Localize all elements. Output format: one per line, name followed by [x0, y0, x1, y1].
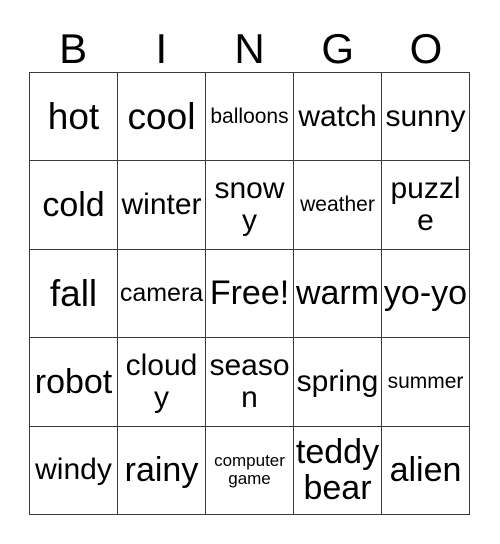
bingo-grid: hot cool balloons watch sunny cold winter snowy… — [29, 72, 470, 515]
bingo-header-letter-n: N — [234, 25, 265, 72]
bingo-cell-label: camera — [119, 279, 204, 308]
bingo-cell[interactable]: cool — [118, 73, 206, 162]
bingo-cell-label: windy — [35, 453, 112, 487]
bingo-header-letter-o: O — [409, 25, 443, 72]
bingo-cell[interactable]: computer game — [206, 426, 294, 515]
bingo-cell[interactable]: spring — [294, 338, 382, 427]
bingo-cell[interactable]: season — [206, 338, 294, 427]
bingo-cell[interactable]: rainy — [118, 426, 206, 515]
bingo-cell[interactable]: yo-yo — [382, 249, 470, 339]
bingo-cell[interactable]: Free! — [206, 249, 294, 339]
bingo-cell-label: summer — [387, 369, 464, 393]
bingo-cell-label: computer game — [214, 451, 285, 489]
bingo-cell[interactable]: puzzle — [382, 161, 470, 250]
bingo-cell-label: sunny — [385, 99, 466, 133]
bingo-cell[interactable]: alien — [382, 426, 470, 515]
bingo-cell-label: spring — [296, 364, 379, 398]
bingo-cell-label: puzzle — [390, 172, 461, 238]
bingo-cell-label: snowy — [214, 172, 285, 238]
bingo-header: B I N G O — [29, 26, 470, 72]
bingo-cell[interactable]: fall — [30, 249, 118, 339]
bingo-cell[interactable]: balloons — [206, 73, 294, 162]
bingo-cell-label: balloons — [210, 104, 289, 128]
bingo-cell[interactable]: snowy — [206, 161, 294, 250]
bingo-header-letter-g: G — [321, 25, 355, 72]
bingo-cell[interactable]: winter — [118, 161, 206, 250]
bingo-cell[interactable]: camera — [118, 249, 206, 339]
bingo-cell[interactable]: teddy bear — [294, 426, 382, 515]
bingo-cell-label: yo-yo — [383, 274, 468, 313]
bingo-cell-label: warm — [295, 274, 380, 313]
bingo-cell[interactable]: sunny — [382, 73, 470, 162]
bingo-cell[interactable]: summer — [382, 338, 470, 427]
bingo-cell-label: robot — [34, 362, 113, 401]
bingo-header-letter-b: B — [59, 25, 88, 72]
bingo-cell[interactable]: robot — [30, 338, 118, 427]
bingo-cell-label: watch — [298, 99, 377, 133]
bingo-cell-label: fall — [49, 272, 98, 314]
bingo-cell-label: hot — [47, 96, 100, 138]
bingo-cell-label: cool — [127, 96, 196, 138]
bingo-cell-label: teddy bear — [295, 433, 380, 508]
bingo-card: B I N G O hot cool balloons watch sunny cold w… — [0, 0, 500, 544]
bingo-cell-label: cold — [42, 186, 105, 225]
bingo-cell[interactable]: windy — [30, 426, 118, 515]
bingo-cell[interactable]: cold — [30, 161, 118, 250]
bingo-cell-label: weather — [300, 192, 375, 216]
bingo-cell[interactable]: warm — [294, 249, 382, 339]
bingo-header-letter-i: I — [155, 25, 168, 72]
bingo-cell-label: Free! — [209, 274, 290, 313]
bingo-cell-label: rainy — [124, 451, 199, 490]
bingo-cell-label: cloudy — [125, 349, 198, 414]
bingo-cell-label: winter — [121, 188, 202, 222]
bingo-cell-label: alien — [389, 451, 462, 490]
bingo-cell[interactable]: cloudy — [118, 338, 206, 427]
bingo-cell[interactable]: watch — [294, 73, 382, 162]
bingo-cell[interactable]: weather — [294, 161, 382, 250]
bingo-cell-label: season — [209, 349, 290, 414]
bingo-cell[interactable]: hot — [30, 73, 118, 162]
